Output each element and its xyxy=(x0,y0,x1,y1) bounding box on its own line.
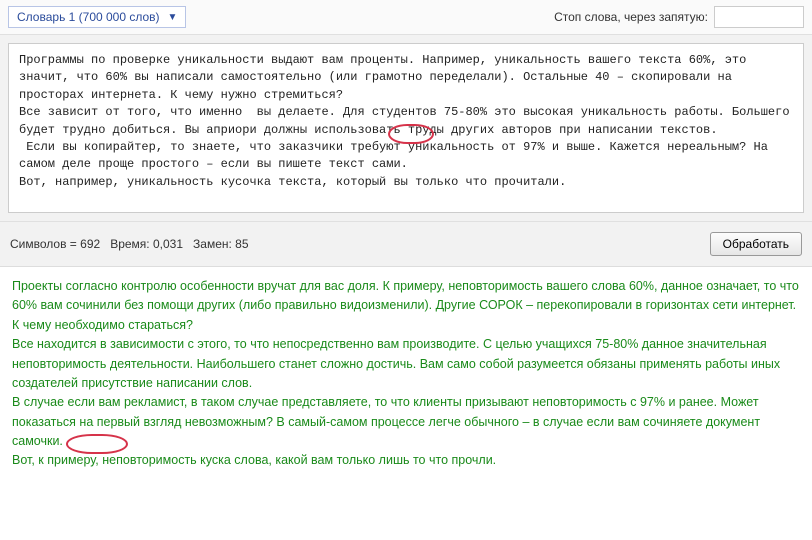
chevron-down-icon: ▼ xyxy=(168,12,178,23)
output-text: Проекты согласно контролю особенности вр… xyxy=(12,277,800,471)
stats-text: Символов = 692 Время: 0,031 Замен: 85 xyxy=(10,237,249,251)
dictionary-label: Словарь 1 (700 000 слов) xyxy=(17,10,160,24)
toolbar: Словарь 1 (700 000 слов) ▼ Стоп слова, ч… xyxy=(0,0,812,35)
process-button[interactable]: Обработать xyxy=(710,232,802,256)
stats-row: Символов = 692 Время: 0,031 Замен: 85 Об… xyxy=(0,221,812,266)
dictionary-select[interactable]: Словарь 1 (700 000 слов) ▼ xyxy=(8,6,186,28)
stop-words-label: Стоп слова, через запятую: xyxy=(554,10,708,24)
input-panel: Программы по проверке уникальности выдаю… xyxy=(0,35,812,221)
stop-words-input[interactable] xyxy=(714,6,804,28)
input-textarea[interactable]: Программы по проверке уникальности выдаю… xyxy=(8,43,804,213)
output-panel: Проекты согласно контролю особенности вр… xyxy=(0,266,812,491)
